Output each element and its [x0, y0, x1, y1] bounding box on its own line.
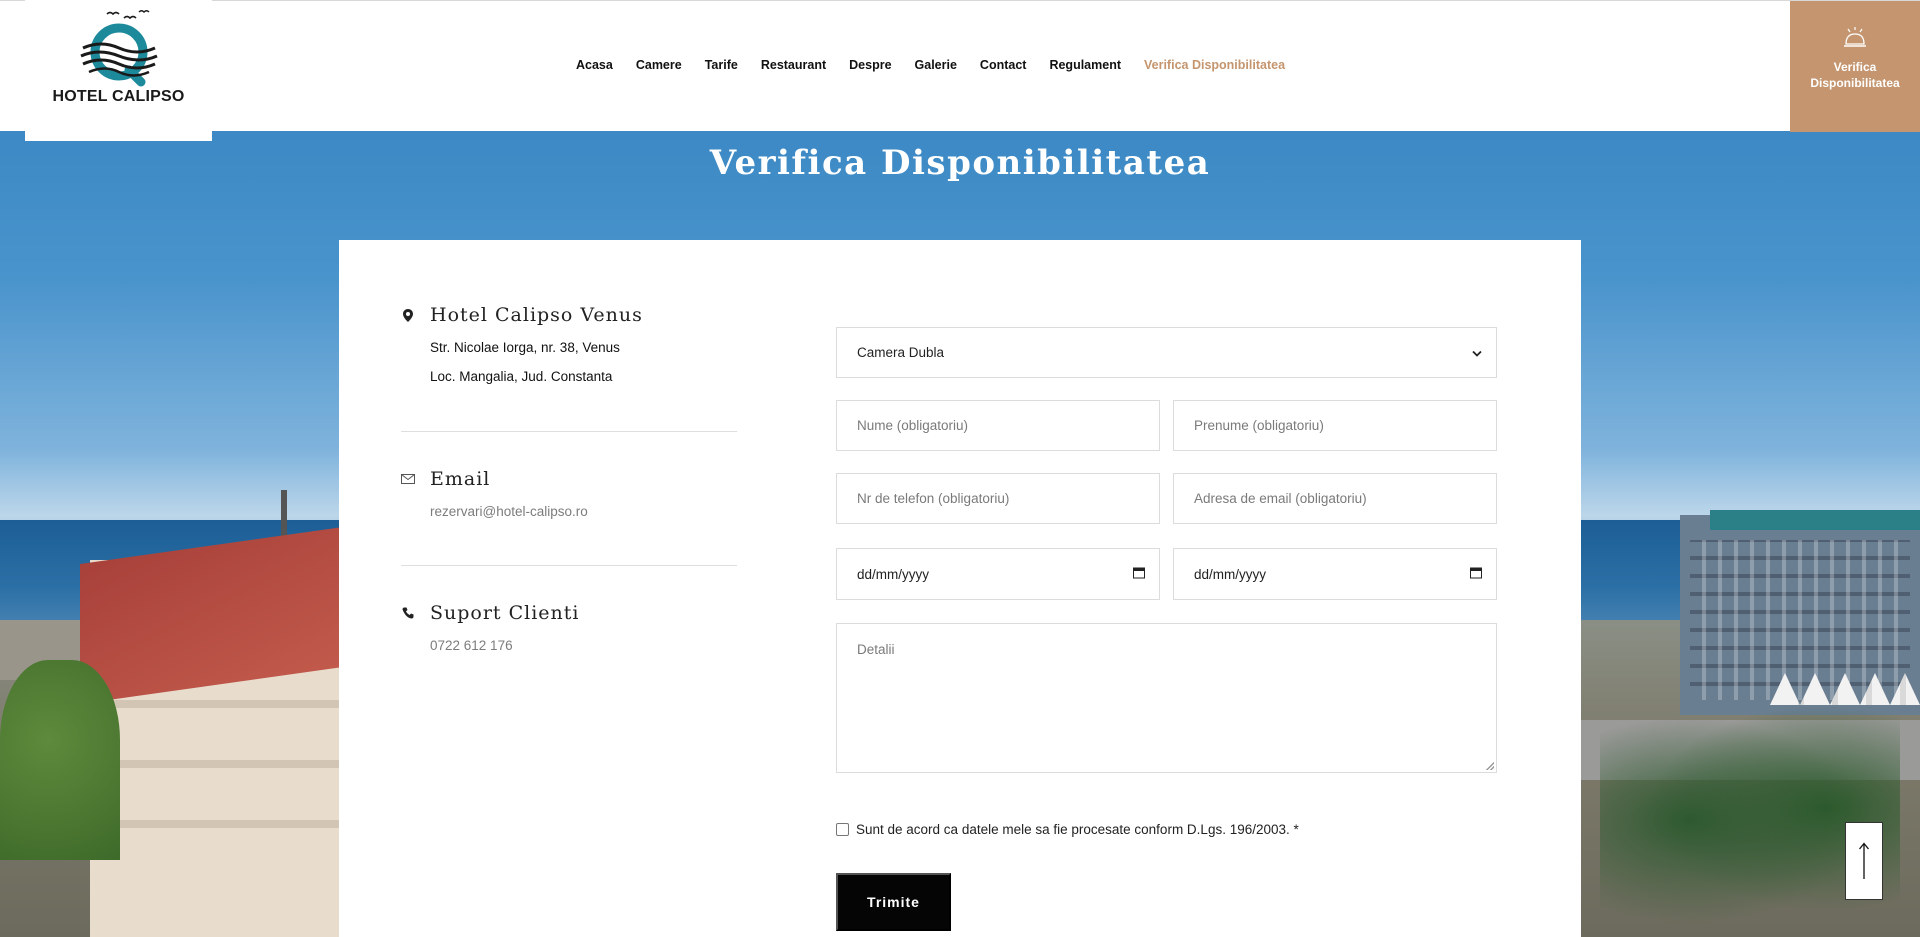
- scroll-to-top-button[interactable]: [1845, 822, 1883, 900]
- envelope-icon: [401, 472, 415, 486]
- email-block: Email rezervari@hotel-calipso.ro: [401, 468, 737, 519]
- nav-item-galerie[interactable]: Galerie: [915, 58, 957, 74]
- phone-placeholder: Nr de telefon (obligatoriu): [857, 491, 1010, 506]
- nav-item-acasa[interactable]: Acasa: [576, 58, 613, 74]
- nav-item-regulament[interactable]: Regulament: [1049, 58, 1121, 74]
- checkout-date-input[interactable]: dd/mm/yyyy: [1173, 548, 1497, 600]
- resize-handle[interactable]: [1486, 762, 1494, 770]
- email-link[interactable]: rezervari@hotel-calipso.ro: [430, 504, 737, 519]
- hotel-name: Hotel Calipso Venus: [430, 304, 643, 326]
- map-pin-icon: [401, 308, 415, 322]
- consent-label: Sunt de acord ca datele mele sa fie proc…: [856, 822, 1299, 837]
- building-right-sign: [1710, 510, 1920, 530]
- chevron-down-icon: [1472, 345, 1482, 360]
- booking-card: Hotel Calipso Venus Str. Nicolae Iorga, …: [339, 240, 1581, 937]
- trees-right: [1600, 700, 1900, 937]
- cloche-icon: [1844, 27, 1866, 47]
- site-header: Acasa Camere Tarife Restaurant Despre Ga…: [0, 0, 1920, 132]
- phone-icon: [401, 606, 415, 620]
- balcony: [110, 760, 340, 768]
- support-block: Suport Clienti 0722 612 176: [401, 602, 737, 653]
- site-logo[interactable]: HOTEL CALIPSO: [25, 0, 212, 141]
- submit-button[interactable]: Trimite: [836, 873, 951, 931]
- last-name-input[interactable]: Prenume (obligatoriu): [1173, 400, 1497, 451]
- email-input[interactable]: Adresa de email (obligatoriu): [1173, 473, 1497, 524]
- divider: [401, 565, 737, 566]
- address-line-2: Loc. Mangalia, Jud. Constanta: [430, 369, 613, 384]
- email-placeholder: Adresa de email (obligatoriu): [1194, 491, 1367, 506]
- checkin-date-value: dd/mm/yyyy: [857, 566, 930, 582]
- phone-input[interactable]: Nr de telefon (obligatoriu): [836, 473, 1160, 524]
- nav-item-despre[interactable]: Despre: [849, 58, 891, 74]
- nav-item-verifica-disponibilitatea[interactable]: Verifica Disponibilitatea: [1144, 58, 1285, 74]
- hotel-address-block: Hotel Calipso Venus Str. Nicolae Iorga, …: [401, 304, 737, 384]
- page-title: Verifica Disponibilitatea: [709, 143, 1211, 183]
- cta-line-2: Disponibilitatea: [1810, 76, 1900, 90]
- balcony: [110, 820, 340, 828]
- room-type-value: Camera Dubla: [857, 345, 945, 360]
- divider: [401, 431, 737, 432]
- support-phone-link[interactable]: 0722 612 176: [430, 638, 737, 653]
- hotel-logo-icon: [80, 10, 158, 87]
- nav-item-contact[interactable]: Contact: [980, 58, 1027, 74]
- email-title: Email: [430, 468, 491, 490]
- consent-checkbox[interactable]: [836, 823, 849, 836]
- nav-item-restaurant[interactable]: Restaurant: [761, 58, 826, 74]
- consent-checkbox-row[interactable]: Sunt de acord ca datele mele sa fie proc…: [836, 822, 1299, 837]
- room-type-select[interactable]: Camera Dubla: [836, 327, 1497, 378]
- trees-left: [0, 660, 120, 860]
- balcony: [110, 700, 340, 708]
- details-placeholder: Detalii: [857, 642, 895, 657]
- details-textarea[interactable]: Detalii: [836, 623, 1497, 773]
- nav-item-tarife[interactable]: Tarife: [705, 58, 738, 74]
- first-name-input[interactable]: Nume (obligatoriu): [836, 400, 1160, 451]
- support-title: Suport Clienti: [430, 602, 580, 624]
- calendar-icon[interactable]: [1470, 567, 1482, 582]
- arrow-up-icon: [1858, 842, 1870, 879]
- building-windows: [1690, 540, 1910, 700]
- availability-cta-label: Verifica Disponibilitatea: [1810, 59, 1899, 91]
- main-nav: Acasa Camere Tarife Restaurant Despre Ga…: [576, 58, 1308, 74]
- calendar-icon[interactable]: [1133, 567, 1145, 582]
- cta-line-1: Verifica: [1833, 60, 1877, 74]
- first-name-placeholder: Nume (obligatoriu): [857, 418, 969, 433]
- logo-wordmark: HOTEL CALIPSO: [52, 88, 185, 105]
- address-line-1: Str. Nicolae Iorga, nr. 38, Venus: [430, 340, 620, 355]
- checkin-date-input[interactable]: dd/mm/yyyy: [836, 548, 1160, 600]
- checkout-date-value: dd/mm/yyyy: [1194, 566, 1267, 582]
- nav-item-camere[interactable]: Camere: [636, 58, 682, 74]
- availability-cta-button[interactable]: Verifica Disponibilitatea: [1790, 1, 1920, 132]
- last-name-placeholder: Prenume (obligatoriu): [1194, 418, 1324, 433]
